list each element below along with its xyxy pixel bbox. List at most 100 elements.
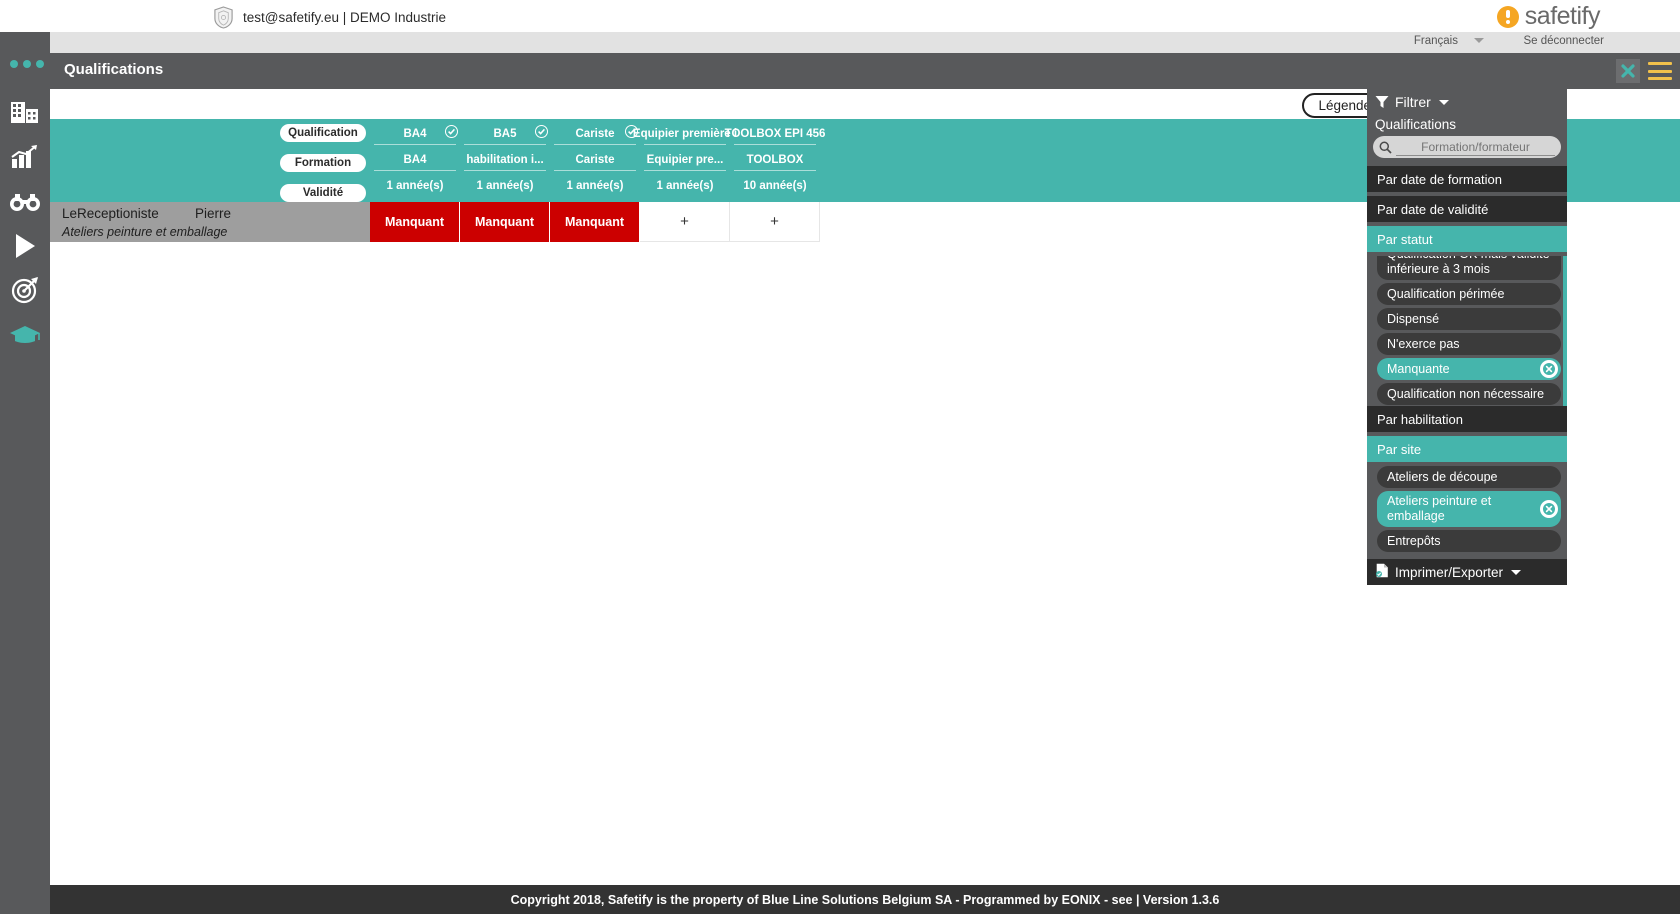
- hamburger-icon-bar: [1648, 77, 1672, 80]
- filter-group-site[interactable]: Par site: [1367, 436, 1567, 462]
- menu-dots-icon[interactable]: [10, 60, 44, 68]
- sidebar-item-actions[interactable]: [0, 224, 50, 268]
- column-formation-label: BA4: [403, 153, 427, 166]
- remove-filter-icon[interactable]: [1540, 360, 1558, 378]
- graduation-cap-icon: [9, 324, 41, 344]
- shield-icon: [213, 6, 234, 29]
- label-validite: Validité: [280, 184, 366, 202]
- add-qualification-cell[interactable]: +: [640, 202, 730, 242]
- column-qualification-label: BA4: [403, 127, 427, 140]
- search-box[interactable]: [1373, 136, 1561, 158]
- top-bar: test@safetify.eu | DEMO Industrie safeti…: [0, 0, 1680, 32]
- column-qualification-label: TOOLBOX EPI 456: [724, 127, 826, 140]
- table-column-header[interactable]: Cariste Cariste 1 année(s): [550, 119, 640, 197]
- chart-growth-icon: [10, 145, 40, 169]
- header-columns: BA4 BA4 1 année(s) BA5 habilitation i...…: [370, 119, 826, 197]
- filter-group-date-formation[interactable]: Par date de formation: [1367, 166, 1567, 192]
- export-label: Imprimer/Exporter: [1395, 564, 1504, 580]
- page-header: Qualifications: [50, 53, 1680, 89]
- safetify-logo-icon: [1496, 5, 1519, 28]
- menu-button[interactable]: [1648, 60, 1672, 82]
- play-icon: [13, 233, 37, 259]
- filter-option-label: Manquante: [1387, 361, 1450, 376]
- column-formation-label: Equipier pre...: [646, 153, 724, 166]
- table-column-header[interactable]: BA4 BA4 1 année(s): [370, 119, 460, 197]
- filter-site-list: Ateliers de découpe Ateliers peinture et…: [1367, 466, 1567, 559]
- table-column-header[interactable]: BA5 habilitation i... 1 année(s): [460, 119, 550, 197]
- copyright-text: Copyright 2018, Safetify is the property…: [510, 892, 1220, 907]
- binoculars-icon: [9, 192, 41, 212]
- logout-link[interactable]: Se déconnecter: [1523, 35, 1604, 47]
- sidebar-rail: [0, 32, 50, 914]
- sidebar-item-observations[interactable]: [0, 180, 50, 224]
- filter-option-ateliers-decoupe[interactable]: Ateliers de découpe: [1377, 466, 1561, 488]
- chevron-down-icon[interactable]: [1474, 38, 1484, 43]
- filter-option-ateliers-peinture[interactable]: Ateliers peinture et emballage: [1377, 491, 1561, 527]
- filter-panel: Filtrer Qualifications Par date de forma…: [1367, 89, 1567, 585]
- account-text: test@safetify.eu | DEMO Industrie: [243, 10, 447, 25]
- person-site: Ateliers peinture et emballage: [62, 225, 228, 239]
- sidebar-item-statistics[interactable]: [0, 135, 50, 179]
- close-button[interactable]: [1616, 59, 1640, 83]
- column-qualification-label: Cariste: [575, 127, 615, 140]
- row-person-cell[interactable]: LeReceptioniste Pierre Ateliers peinture…: [50, 202, 370, 242]
- language-selector[interactable]: Français: [1414, 35, 1458, 47]
- column-validite-label: 1 année(s): [386, 180, 444, 192]
- column-validite-label: 10 année(s): [743, 180, 807, 192]
- check-circle-icon: [535, 125, 548, 138]
- label-qualification: Qualification: [280, 124, 366, 142]
- search-icon: [1379, 141, 1392, 154]
- filter-status-list: Qualification OK mais validité inférieur…: [1367, 256, 1567, 406]
- qualification-status-cell[interactable]: Manquant: [550, 202, 640, 242]
- filter-option-qualification-ok-validite[interactable]: Qualification OK mais validité inférieur…: [1377, 256, 1561, 280]
- column-validite-label: 1 année(s): [476, 180, 534, 192]
- label-formation: Formation: [280, 154, 366, 172]
- account-info: test@safetify.eu | DEMO Industrie: [213, 6, 446, 29]
- sidebar-item-sites[interactable]: [0, 90, 50, 134]
- brand-logo: safetify: [1496, 2, 1601, 31]
- sidebar-item-objectives[interactable]: [0, 268, 50, 312]
- close-icon: [1620, 63, 1636, 79]
- filter-option-dispense[interactable]: Dispensé: [1377, 308, 1561, 330]
- footer: Copyright 2018, Safetify is the property…: [50, 885, 1680, 914]
- column-formation-label: Cariste: [575, 153, 615, 166]
- filter-panel-header[interactable]: Filtrer: [1367, 89, 1567, 115]
- add-qualification-cell[interactable]: +: [730, 202, 820, 242]
- buildings-icon: [10, 100, 40, 124]
- filter-option-nexerce-pas[interactable]: N'exerce pas: [1377, 333, 1561, 355]
- filter-option-entrepots[interactable]: Entrepôts: [1377, 530, 1561, 552]
- brand-name: safetify: [1524, 2, 1601, 30]
- qualification-status-cell[interactable]: Manquant: [460, 202, 550, 242]
- filter-option-qualification-non-necessaire[interactable]: Qualification non nécessaire: [1377, 383, 1561, 405]
- column-formation-label: habilitation i...: [466, 153, 544, 166]
- filter-group-habilitation[interactable]: Par habilitation: [1367, 406, 1567, 432]
- person-firstname: Pierre: [195, 206, 232, 221]
- filter-option-manquante[interactable]: Manquante: [1377, 358, 1561, 380]
- remove-filter-icon[interactable]: [1540, 500, 1558, 518]
- qualification-status-cell[interactable]: Manquant: [370, 202, 460, 242]
- person-lastname: LeReceptioniste: [62, 206, 159, 221]
- chevron-down-icon: [1511, 569, 1522, 575]
- column-validite-label: 1 année(s): [566, 180, 624, 192]
- filter-label: Filtrer: [1395, 94, 1431, 110]
- export-button[interactable]: Imprimer/Exporter: [1367, 559, 1567, 585]
- filter-option-qualification-perimee[interactable]: Qualification périmée: [1377, 283, 1561, 305]
- filter-group-date-validite[interactable]: Par date de validité: [1367, 196, 1567, 222]
- search-input[interactable]: [1396, 138, 1555, 156]
- filter-option-label: Ateliers peinture et emballage: [1387, 494, 1492, 523]
- table-column-header[interactable]: Equipier première i Equipier pre... 1 an…: [633, 119, 737, 197]
- hamburger-icon-bar: [1648, 69, 1672, 73]
- column-qualification-label: Equipier première i: [632, 127, 738, 140]
- sidebar-item-qualifications[interactable]: [0, 312, 50, 356]
- page-title: Qualifications: [64, 61, 164, 78]
- scrollbar[interactable]: [1563, 256, 1567, 406]
- chevron-down-icon: [1438, 99, 1449, 105]
- funnel-icon: [1375, 95, 1389, 109]
- filter-section-title: Qualifications: [1375, 117, 1457, 132]
- column-validite-label: 1 année(s): [656, 180, 714, 192]
- filter-group-statut[interactable]: Par statut: [1367, 226, 1567, 252]
- target-icon: [11, 276, 39, 304]
- table-column-header[interactable]: TOOLBOX EPI 456 TOOLBOX 10 année(s): [725, 119, 826, 197]
- check-circle-icon: [445, 125, 458, 138]
- export-file-icon: [1375, 563, 1389, 581]
